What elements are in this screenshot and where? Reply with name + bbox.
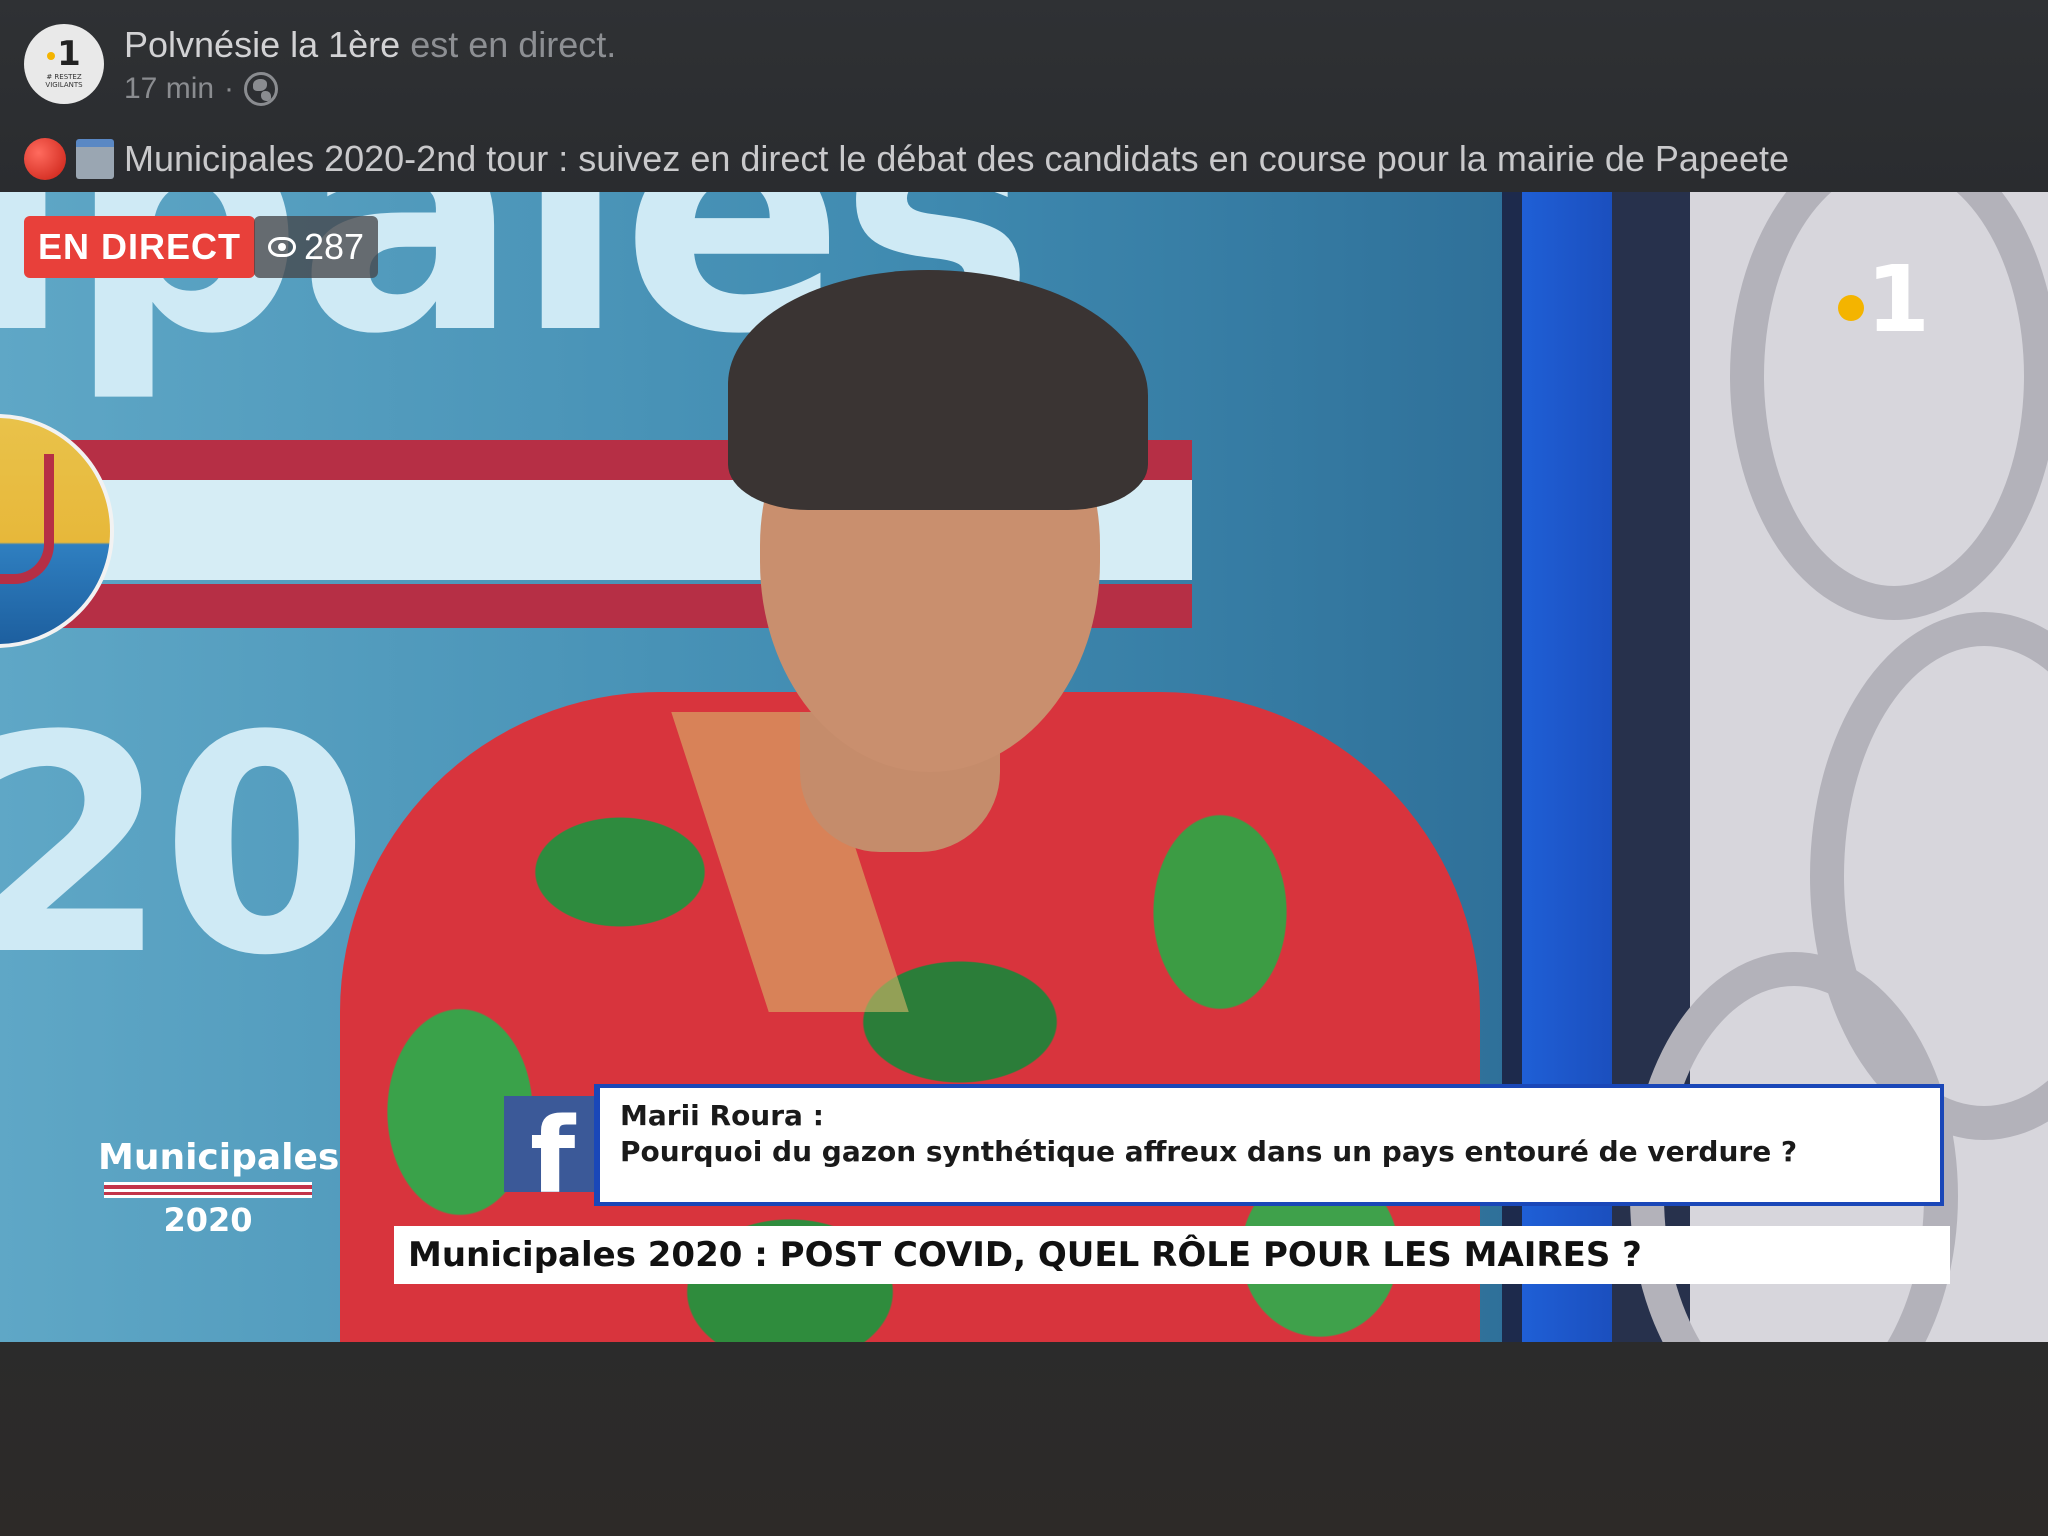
- avatar-logo: 1: [47, 37, 81, 71]
- post-text-content: Municipales 2020-2nd tour : suivez en di…: [124, 138, 1790, 179]
- avatar-caption: # RESTEZ VIGILANTS: [45, 73, 83, 89]
- meta-separator: ·: [224, 72, 235, 105]
- post-header: 1 # RESTEZ VIGILANTS Polvnésie la 1ère e…: [0, 0, 2048, 192]
- live-badge: EN DIRECT: [24, 216, 256, 278]
- bottom-blurred-area: [0, 1342, 2048, 1536]
- comment-text: Pourquoi du gazon synthétique affreux da…: [620, 1135, 1798, 1168]
- viewer-comment-overlay: Marii Roura : Pourquoi du gazon synthéti…: [594, 1084, 1944, 1206]
- topic-banner-text: Municipales 2020 : POST COVID, QUEL RÔLE…: [408, 1235, 1642, 1275]
- show-logo-year: 2020: [163, 1201, 253, 1239]
- show-logo: Municipales 2020: [98, 1137, 340, 1239]
- facebook-icon: f: [504, 1096, 594, 1192]
- page-avatar[interactable]: 1 # RESTEZ VIGILANTS: [24, 24, 104, 104]
- post-meta: 17 min ·: [124, 72, 279, 106]
- show-logo-name: Municipales: [98, 1137, 340, 1178]
- post-text[interactable]: Municipales 2020-2nd tour : suivez en di…: [24, 138, 1789, 180]
- page-name-link[interactable]: Polvnésie la 1ère: [124, 24, 400, 65]
- viewer-count: 287: [304, 226, 365, 267]
- red-circle-icon: [24, 138, 66, 180]
- presenter-hair: [728, 270, 1148, 510]
- eye-icon: [268, 237, 296, 257]
- globe-icon: [244, 72, 279, 106]
- channel-logo: 1: [1838, 254, 1930, 346]
- post-timestamp[interactable]: 17 min: [124, 72, 214, 106]
- ballot-box-icon: [76, 139, 114, 179]
- live-video-player[interactable]: ipales 20 1 EN DIRECT 287 Municipales 20…: [0, 192, 2048, 1342]
- show-logo-stripes: [104, 1182, 312, 1198]
- post-title-line: Polvnésie la 1ère est en direct.: [124, 24, 616, 66]
- viewer-count-badge: 287: [254, 216, 379, 278]
- live-status-text: est en direct.: [410, 24, 617, 65]
- topic-banner: Municipales 2020 : POST COVID, QUEL RÔLE…: [394, 1226, 1950, 1284]
- studio-background-year: 20: [0, 672, 369, 1021]
- comment-author: Marii Roura :: [620, 1099, 824, 1132]
